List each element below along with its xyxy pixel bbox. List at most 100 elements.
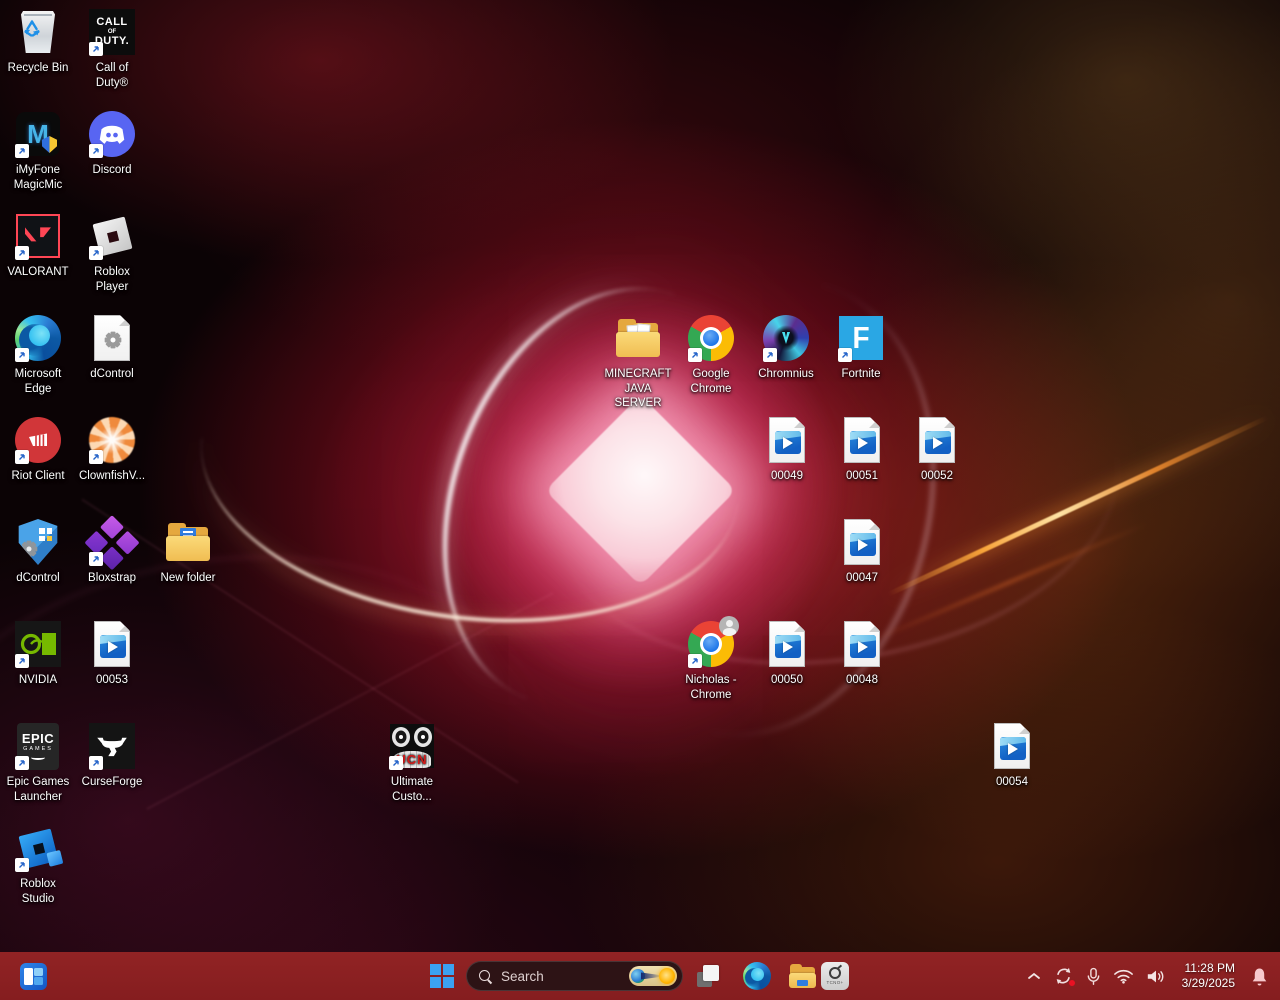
desktop-icon-00054[interactable]: 00054	[974, 722, 1050, 790]
tcno-app-button[interactable]: TCNO+	[816, 958, 854, 994]
windows-logo-icon	[430, 964, 454, 988]
icon-label: 00049	[771, 470, 803, 482]
desktop-icon-00049[interactable]: 00049	[749, 416, 825, 484]
edge-icon	[14, 314, 62, 362]
roblox-studio-icon	[14, 824, 62, 872]
video-file-icon	[838, 518, 886, 566]
icon-label: New folder	[160, 572, 216, 584]
icon-label: 00054	[996, 776, 1028, 788]
shortcut-arrow-icon	[89, 42, 103, 56]
folder-icon	[164, 518, 212, 566]
video-file-icon	[988, 722, 1036, 770]
desktop-icon-fortnite[interactable]: F Fortnite	[823, 314, 899, 382]
desktop-icon-riot-client[interactable]: Riot Client	[0, 416, 76, 484]
icon-label: ClownfishV...	[78, 470, 146, 482]
icon-label: Ultimate Custo...	[390, 776, 434, 803]
shortcut-arrow-icon	[89, 144, 103, 158]
icon-label: Riot Client	[11, 470, 65, 482]
clock[interactable]: 11:28 PM 3/29/2025	[1176, 958, 1241, 994]
shortcut-arrow-icon	[15, 144, 29, 158]
chromnius-icon	[762, 314, 810, 362]
desktop-icon-chromnius[interactable]: Chromnius	[748, 314, 824, 382]
desktop-icon-discord[interactable]: Discord	[74, 110, 150, 178]
shortcut-arrow-icon	[89, 246, 103, 260]
icon-label: Epic Games Launcher	[6, 776, 70, 803]
shortcut-arrow-icon	[688, 654, 702, 668]
desktop-icon-new-folder[interactable]: New folder	[150, 518, 226, 586]
call-of-duty-icon: CALL OF DUTY.	[88, 8, 136, 56]
desktop-icon-minecraft-java-server[interactable]: MINECRAFT JAVA SERVER	[600, 314, 676, 411]
desktop-icon-dcontrol-shield[interactable]: dControl	[0, 518, 76, 586]
desktop-icon-curseforge[interactable]: CurseForge	[74, 722, 150, 790]
desktop-icon-00050[interactable]: 00050	[749, 620, 825, 688]
icon-label: 00052	[921, 470, 953, 482]
shortcut-arrow-icon	[89, 450, 103, 464]
clownfish-icon	[88, 416, 136, 464]
tray-overflow-button[interactable]	[1021, 958, 1047, 994]
desktop-icon-bloxstrap[interactable]: Bloxstrap	[74, 514, 150, 586]
desktop-icon-epic-games[interactable]: EPIC GAMES Epic Games Launcher	[0, 722, 76, 804]
taskbar-edge-button[interactable]	[738, 958, 776, 994]
speaker-icon	[1147, 970, 1163, 982]
search-highlight-image[interactable]	[629, 966, 677, 986]
notifications-button[interactable]	[1245, 958, 1280, 994]
microphone-icon	[1087, 967, 1099, 985]
icon-label: Roblox Player	[94, 266, 130, 293]
dcontrol-doc-icon	[88, 314, 136, 362]
widgets-button[interactable]	[14, 958, 52, 994]
nvidia-icon	[14, 620, 62, 668]
shortcut-arrow-icon	[688, 348, 702, 362]
shortcut-arrow-icon	[15, 858, 29, 872]
shortcut-arrow-icon	[15, 654, 29, 668]
search-box[interactable]: Search	[466, 961, 683, 991]
icon-label: Roblox Studio	[20, 878, 56, 905]
desktop-icon-nvidia[interactable]: NVIDIA	[0, 620, 76, 688]
epic-games-icon: EPIC GAMES	[14, 722, 62, 770]
icon-label: 00050	[771, 674, 803, 686]
imyfone-magicmic-icon: M	[14, 110, 62, 158]
desktop-icon-ultimate-custom-night[interactable]: UCN Ultimate Custo...	[374, 722, 450, 804]
desktop-icon-00053[interactable]: 00053	[74, 620, 150, 688]
desktop[interactable]: Recycle Bin M iMyFone MagicMic VALORANT …	[0, 0, 1280, 1000]
desktop-icon-00051[interactable]: 00051	[824, 416, 900, 484]
dcontrol-shield-icon	[14, 518, 62, 566]
icon-label: 00051	[846, 470, 878, 482]
file-explorer-icon	[788, 964, 817, 988]
roblox-player-icon	[88, 212, 136, 260]
widgets-icon	[19, 962, 47, 990]
desktop-icon-00047[interactable]: 00047	[824, 518, 900, 586]
desktop-icon-00048[interactable]: 00048	[824, 620, 900, 688]
icon-label: 00047	[846, 572, 878, 584]
update-alert-dot	[1067, 979, 1076, 987]
icon-label: 00053	[96, 674, 128, 686]
desktop-icon-clownfish[interactable]: ClownfishV...	[74, 416, 150, 484]
volume-tray-button[interactable]	[1140, 958, 1172, 994]
desktop-icon-nicholas-chrome[interactable]: Nicholas - Chrome	[673, 616, 749, 702]
wifi-tray-button[interactable]	[1107, 958, 1140, 994]
desktop-icon-roblox-player[interactable]: Roblox Player	[74, 212, 150, 294]
update-pending-button[interactable]	[1047, 958, 1080, 994]
video-file-icon	[88, 620, 136, 668]
desktop-icon-recycle-bin[interactable]: Recycle Bin	[0, 8, 76, 76]
task-view-button[interactable]	[689, 958, 727, 994]
desktop-icon-microsoft-edge[interactable]: Microsoft Edge	[0, 314, 76, 396]
desktop-icon-00052[interactable]: 00052	[899, 416, 975, 484]
desktop-icon-dcontrol-doc[interactable]: dControl	[74, 314, 150, 382]
video-file-icon	[838, 416, 886, 464]
desktop-icon-imyfone-magicmic[interactable]: M iMyFone MagicMic	[0, 110, 76, 192]
desktop-icon-google-chrome[interactable]: Google Chrome	[673, 314, 749, 396]
start-button[interactable]	[423, 958, 461, 994]
fortnite-icon: F	[837, 314, 885, 362]
shortcut-arrow-icon	[89, 552, 103, 566]
desktop-icon-valorant[interactable]: VALORANT	[0, 212, 76, 280]
desktop-icon-roblox-studio[interactable]: Roblox Studio	[0, 824, 76, 906]
icon-label: Discord	[92, 164, 132, 176]
chrome-profile-icon	[687, 616, 739, 668]
desktop-icon-call-of-duty[interactable]: CALL OF DUTY. Call of Duty®	[74, 8, 150, 90]
task-view-icon	[697, 965, 719, 987]
riot-client-icon	[14, 416, 62, 464]
chevron-up-icon	[1027, 972, 1040, 979]
bloxstrap-icon	[84, 514, 140, 570]
icon-label: iMyFone MagicMic	[13, 164, 63, 191]
microphone-tray-button[interactable]	[1080, 958, 1107, 994]
